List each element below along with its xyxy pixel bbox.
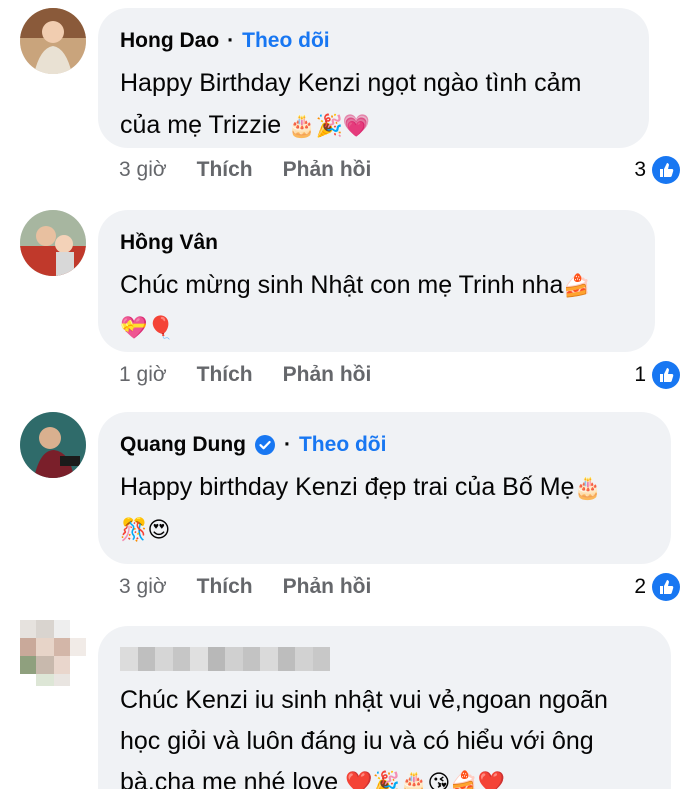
avatar[interactable]	[20, 210, 86, 276]
comment-bubble: Quang Dung · Theo dõi Happy birthday Ken…	[98, 412, 671, 564]
reaction-summary[interactable]: 1	[634, 360, 680, 390]
comment-line: bà,cha mẹ nhé love	[120, 768, 339, 789]
comment-text: Happy birthday Kenzi đẹp trai của Bố Mẹ🎂…	[120, 466, 649, 552]
reply-button[interactable]: Phản hồi	[283, 363, 372, 387]
follow-button[interactable]: Theo dõi	[299, 433, 387, 457]
comment-meta: 3 giờ Thích Phản hồi	[119, 572, 401, 602]
comment-line: Chúc Kenzi iu sinh nhật vui vẻ,ngoan ngo…	[120, 686, 608, 714]
verified-badge-icon	[254, 435, 275, 455]
comment-emojis: ❤️🎉🎂😘🍰❤️	[345, 771, 506, 789]
reply-button[interactable]: Phản hồi	[283, 158, 372, 182]
comment-line: của mẹ Trizzie	[120, 111, 282, 139]
author-name[interactable]: Quang Dung	[120, 433, 246, 457]
reaction-summary[interactable]: 3	[634, 155, 680, 185]
comment-line: học giỏi và luôn đáng iu và có hiểu với …	[120, 727, 594, 755]
comment-emojis: 🎊😍	[120, 518, 171, 543]
like-thumb-icon	[652, 156, 680, 184]
like-button[interactable]: Thích	[197, 158, 253, 182]
comment-line: Chúc mừng sinh Nhật con mẹ Trinh nha	[120, 271, 564, 299]
comment-text: Chúc Kenzi iu sinh nhật vui vẻ,ngoan ngo…	[120, 680, 649, 789]
avatar[interactable]	[20, 8, 86, 74]
reaction-count: 2	[634, 575, 646, 598]
comment-line: Happy Birthday Kenzi ngọt ngào tình cảm	[120, 69, 582, 97]
separator-dot: ·	[283, 433, 291, 456]
avatar[interactable]	[20, 412, 86, 478]
comment-bubble: Chúc Kenzi iu sinh nhật vui vẻ,ngoan ngo…	[98, 626, 671, 789]
like-thumb-icon	[652, 573, 680, 601]
separator-dot: ·	[227, 29, 235, 52]
like-thumb-icon	[652, 361, 680, 389]
comment-emojis: 🎂🎉💗	[288, 114, 371, 139]
comment-emojis: 🍰	[563, 274, 591, 299]
timestamp[interactable]: 3 giờ	[119, 575, 167, 599]
comment-text: Chúc mừng sinh Nhật con mẹ Trinh nha🍰 💝🎈	[120, 264, 633, 350]
timestamp[interactable]: 1 giờ	[119, 363, 167, 387]
blurred-author-name	[120, 644, 649, 674]
like-button[interactable]: Thích	[197, 363, 253, 387]
reaction-count: 3	[634, 158, 646, 181]
reaction-count: 1	[634, 363, 646, 386]
comment-meta: 1 giờ Thích Phản hồi	[119, 360, 401, 390]
comment-text: Happy Birthday Kenzi ngọt ngào tình cảm …	[120, 62, 627, 148]
comment-meta: 3 giờ Thích Phản hồi	[119, 155, 401, 185]
timestamp[interactable]: 3 giờ	[119, 158, 167, 182]
comment-emojis: 💝🎈	[120, 316, 175, 341]
comment-emojis: 🎂	[574, 476, 602, 501]
follow-button[interactable]: Theo dõi	[242, 29, 330, 53]
author-name[interactable]: Hồng Vân	[120, 231, 218, 255]
avatar[interactable]	[20, 620, 86, 686]
author-name[interactable]: Hong Dao	[120, 29, 219, 53]
like-button[interactable]: Thích	[197, 575, 253, 599]
comment-bubble: Hồng Vân Chúc mừng sinh Nhật con mẹ Trin…	[98, 210, 655, 352]
comment-line: Happy birthday Kenzi đẹp trai của Bố Mẹ	[120, 473, 575, 501]
reply-button[interactable]: Phản hồi	[283, 575, 372, 599]
comment-bubble: Hong Dao · Theo dõi Happy Birthday Kenzi…	[98, 8, 649, 148]
reaction-summary[interactable]: 2	[634, 572, 680, 602]
